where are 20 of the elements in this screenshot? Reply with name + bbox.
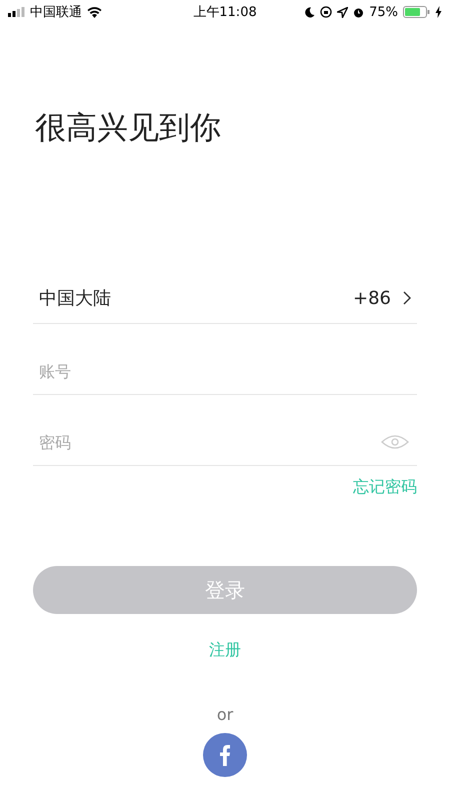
or-divider-text: or	[216, 705, 234, 724]
chevron-right-icon	[403, 291, 411, 306]
clock-time: 上午11:08	[193, 4, 257, 21]
forgot-password-link[interactable]: 忘记密码	[353, 477, 417, 498]
rotation-lock-icon	[320, 6, 332, 18]
wifi-icon	[87, 6, 102, 18]
welcome-title: 很高兴见到你	[35, 109, 222, 148]
signal-icon	[8, 7, 25, 17]
charging-bolt-icon	[435, 6, 442, 18]
location-arrow-icon	[337, 6, 348, 18]
battery-icon	[403, 6, 430, 18]
register-link[interactable]: 注册	[209, 640, 241, 662]
password-field[interactable]: 密码	[39, 432, 381, 452]
account-field[interactable]: 账号	[39, 362, 409, 381]
carrier-name: 中国联通	[30, 4, 82, 21]
alarm-clock-icon	[353, 6, 364, 18]
facebook-login-icon[interactable]	[203, 733, 247, 778]
moon-icon	[305, 6, 316, 18]
country-selector[interactable]: 中国大陆 +86	[33, 273, 417, 324]
battery-percentage: 75%	[369, 4, 398, 20]
